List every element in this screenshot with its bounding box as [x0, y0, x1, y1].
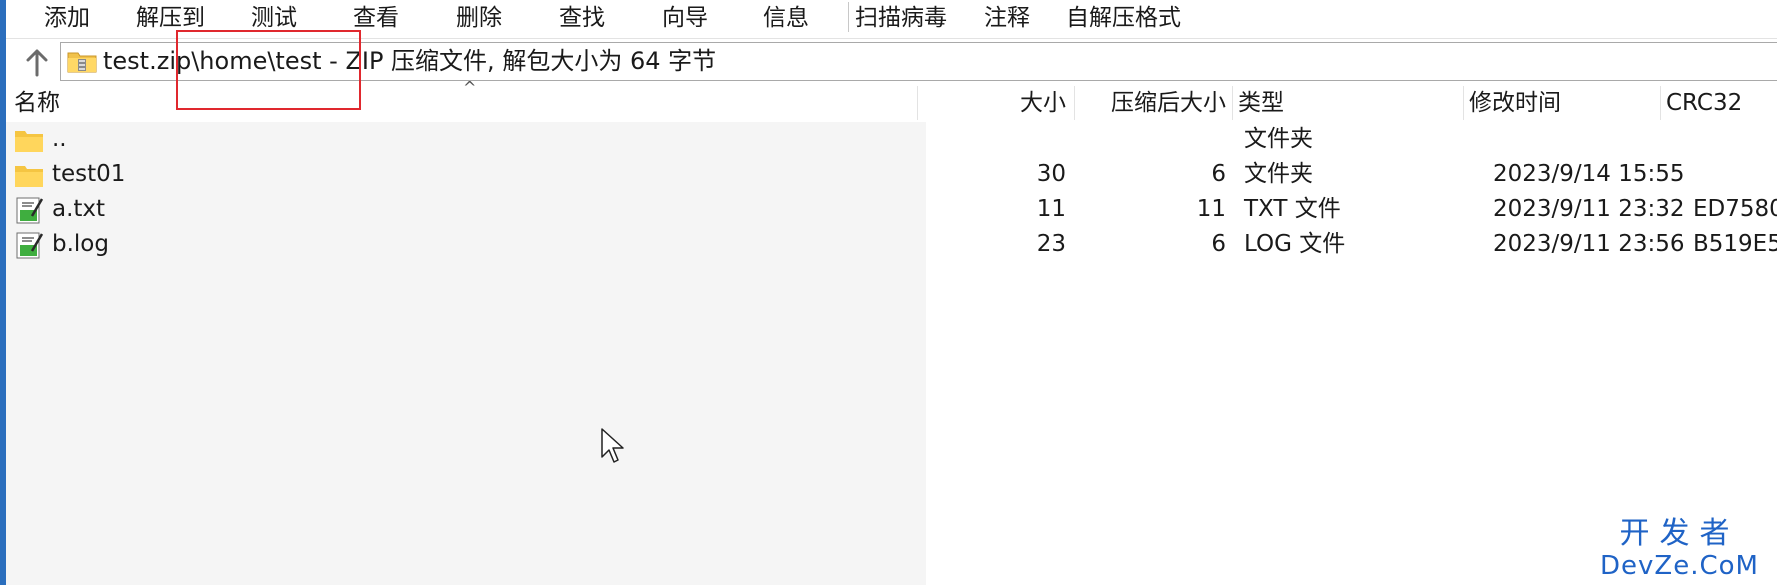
column-divider: [1463, 86, 1464, 120]
file-modified: 2023/9/11 23:56: [1493, 231, 1685, 257]
file-type: TXT 文件: [1244, 196, 1341, 222]
virus-scan-button[interactable]: 扫描病毒: [855, 2, 947, 34]
file-name: test01: [52, 161, 126, 187]
folder-icon: [14, 126, 44, 154]
annotation-highlight-box: [176, 30, 361, 110]
zip-folder-icon: [67, 49, 97, 73]
column-modified[interactable]: 修改时间: [1469, 84, 1561, 122]
file-packed-size: 11: [1196, 196, 1226, 222]
file-packed-size: 6: [1211, 161, 1226, 187]
column-size[interactable]: 大小: [926, 84, 1066, 122]
column-name[interactable]: 名称: [14, 84, 60, 122]
wizard-button[interactable]: 向导: [662, 2, 708, 34]
folder-icon: [14, 161, 44, 189]
file-type: LOG 文件: [1244, 231, 1346, 257]
text-file-icon: [14, 231, 44, 259]
column-packed-size[interactable]: 压缩后大小: [1074, 84, 1226, 122]
find-button[interactable]: 查找: [559, 2, 605, 34]
file-modified: 2023/9/11 23:32: [1493, 196, 1685, 222]
watermark-line1: 开发者: [1619, 516, 1740, 551]
add-button[interactable]: 添加: [44, 2, 90, 34]
column-crc32[interactable]: CRC32: [1666, 84, 1742, 122]
watermark: 开发者 DevZe.CoM: [1600, 516, 1759, 582]
column-type[interactable]: 类型: [1238, 84, 1284, 122]
column-divider: [1232, 86, 1233, 120]
file-name: b.log: [52, 231, 109, 257]
text-file-icon: [14, 196, 44, 224]
list-item-test01[interactable]: test01 30 6 文件夹 2023/9/14 15:55: [6, 157, 1777, 192]
info-button[interactable]: 信息: [763, 2, 809, 34]
file-size: 23: [1036, 231, 1066, 257]
sort-ascending-icon: ^: [463, 78, 477, 97]
delete-button[interactable]: 删除: [456, 2, 502, 34]
sfx-button[interactable]: 自解压格式: [1066, 2, 1181, 34]
file-crc32: B519E5: [1693, 231, 1777, 257]
comment-button[interactable]: 注释: [984, 2, 1030, 34]
mouse-pointer-icon: [600, 427, 628, 467]
file-list: .. 文件夹 test01 30 6 文件夹 2023/9/14 15:55 a…: [6, 122, 1777, 585]
file-modified: 2023/9/14 15:55: [1493, 161, 1685, 187]
file-name: a.txt: [52, 196, 106, 222]
column-divider: [917, 86, 918, 120]
up-arrow-icon[interactable]: [20, 45, 54, 79]
list-item-parent[interactable]: .. 文件夹: [6, 122, 1777, 157]
file-size: 30: [1036, 161, 1066, 187]
toolbar-separator: [848, 2, 849, 32]
file-crc32: ED7580: [1693, 196, 1777, 222]
list-item-a-txt[interactable]: a.txt 11 11 TXT 文件 2023/9/11 23:32 ED758…: [6, 192, 1777, 227]
list-item-b-log[interactable]: b.log 23 6 LOG 文件 2023/9/11 23:56 B519E5: [6, 227, 1777, 262]
file-name: ..: [52, 126, 67, 152]
file-size: 11: [1036, 196, 1066, 222]
file-packed-size: 6: [1211, 231, 1226, 257]
column-divider: [1660, 86, 1661, 120]
watermark-line2: DevZe.CoM: [1600, 551, 1759, 581]
file-type: 文件夹: [1244, 161, 1313, 187]
file-type: 文件夹: [1244, 126, 1313, 152]
